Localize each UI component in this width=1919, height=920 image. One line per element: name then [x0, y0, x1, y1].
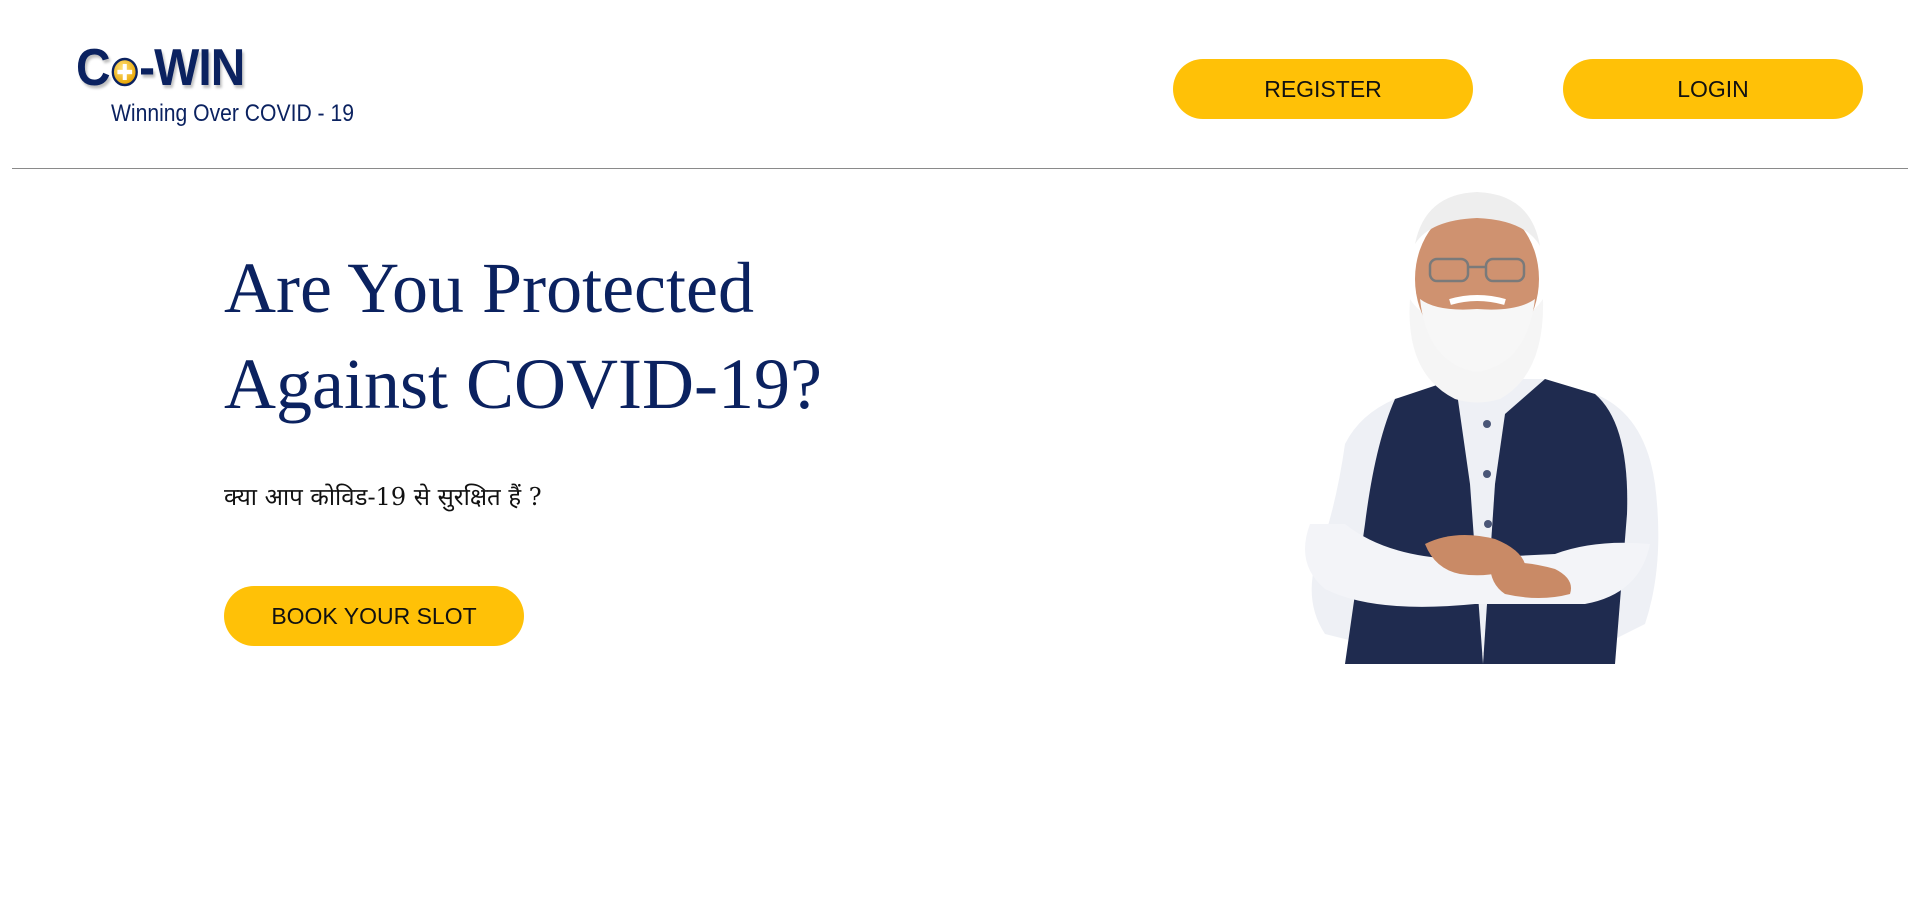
- logo-letter-c: C: [76, 39, 111, 97]
- register-button[interactable]: REGISTER: [1173, 59, 1473, 119]
- header-divider: [12, 168, 1908, 169]
- book-your-slot-button[interactable]: BOOK YOUR SLOT: [224, 586, 524, 646]
- logo-letters-win: -WIN: [139, 39, 245, 97]
- cowin-logo[interactable]: C -WIN Winning Over COVID - 19: [76, 38, 354, 127]
- site-header: C -WIN Winning Over COVID - 19 REGISTER …: [0, 0, 1919, 168]
- login-button[interactable]: LOGIN: [1563, 59, 1863, 119]
- plus-in-circle-icon: [111, 57, 138, 87]
- logo-wordmark: C -WIN: [76, 38, 245, 98]
- hero-subheadline-hindi: क्या आप कोविड-19 से सुरक्षित हैं ?: [224, 483, 542, 511]
- logo-tagline: Winning Over COVID - 19: [111, 100, 354, 127]
- pm-portrait-image: [1305, 192, 1659, 664]
- hero-headline: Are You Protected Against COVID-19?: [224, 248, 822, 424]
